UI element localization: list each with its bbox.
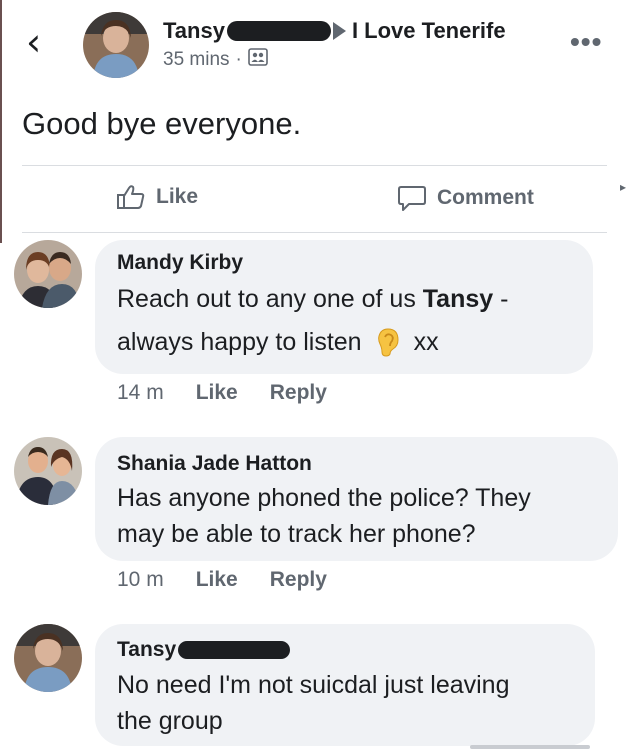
commenter-avatar[interactable] — [14, 240, 82, 308]
divider — [22, 165, 607, 166]
comment-text-part: - — [493, 285, 509, 313]
like-button[interactable]: Like — [116, 184, 198, 210]
commenter-avatar[interactable] — [14, 437, 82, 505]
comment-text: Has anyone phoned the police? They — [117, 484, 531, 512]
comment-author[interactable]: Mandy Kirby — [117, 251, 243, 275]
comment-like-button[interactable]: Like — [196, 381, 238, 405]
post-author-name[interactable]: Tansy — [163, 18, 225, 44]
comment-time[interactable]: 10 m — [117, 568, 164, 592]
edge-mark: ▸ — [620, 180, 627, 194]
meta-separator: · — [235, 49, 242, 70]
redaction-bar — [226, 21, 331, 41]
comment-bubble-icon — [397, 184, 427, 212]
divider — [22, 232, 607, 233]
post-text: Good bye everyone. — [22, 106, 302, 141]
comment-text-part: xx — [413, 328, 439, 356]
comment-text-part: always happy to listen — [117, 328, 362, 356]
mention-tansy[interactable]: Tansy — [423, 285, 493, 313]
more-options-icon[interactable]: ••• — [570, 26, 602, 58]
reaction-hint — [470, 745, 590, 749]
comment-text: Reach out to any one of us Tansy - — [117, 281, 508, 317]
comment-time[interactable]: 14 m — [117, 381, 164, 405]
comment-like-button[interactable]: Like — [196, 568, 238, 592]
comment-text-part: Reach out to any one of us — [117, 285, 423, 313]
comment-text-line: may be able to track her phone? — [117, 520, 476, 548]
group-members-icon — [248, 48, 268, 72]
post-edge — [0, 0, 2, 243]
comment-meta: 10 m Like Reply — [117, 568, 359, 592]
post-meta: 35 mins · — [163, 48, 268, 72]
redaction-bar — [178, 641, 291, 659]
comment-text-line: the group — [117, 707, 223, 735]
back-icon[interactable]: ‹ — [26, 22, 41, 62]
post-time[interactable]: 35 mins — [163, 49, 230, 71]
comment-reply-button[interactable]: Reply — [270, 381, 327, 405]
like-label: Like — [156, 185, 199, 208]
comment-author-line: Tansy — [117, 638, 291, 662]
group-name[interactable]: I Love Tenerife — [352, 18, 506, 44]
comment-label: Comment — [437, 186, 534, 209]
comment-author[interactable]: Tansy — [117, 638, 176, 662]
ear-emoji-icon — [376, 327, 400, 357]
post-header: Tansy I Love Tenerife — [163, 18, 506, 44]
comment-text-line: always happy to listen xx — [117, 324, 439, 360]
post-author-avatar[interactable] — [83, 12, 149, 78]
arrow-right-icon — [332, 22, 346, 40]
comment-text: No need I'm not suicdal just leaving — [117, 671, 510, 699]
comment-reply-button[interactable]: Reply — [270, 568, 327, 592]
comment-author[interactable]: Shania Jade Hatton — [117, 452, 312, 476]
comment-button[interactable]: Comment — [397, 184, 534, 212]
thumbs-up-icon — [116, 184, 146, 210]
commenter-avatar[interactable] — [14, 624, 82, 692]
comment-meta: 14 m Like Reply — [117, 381, 359, 405]
